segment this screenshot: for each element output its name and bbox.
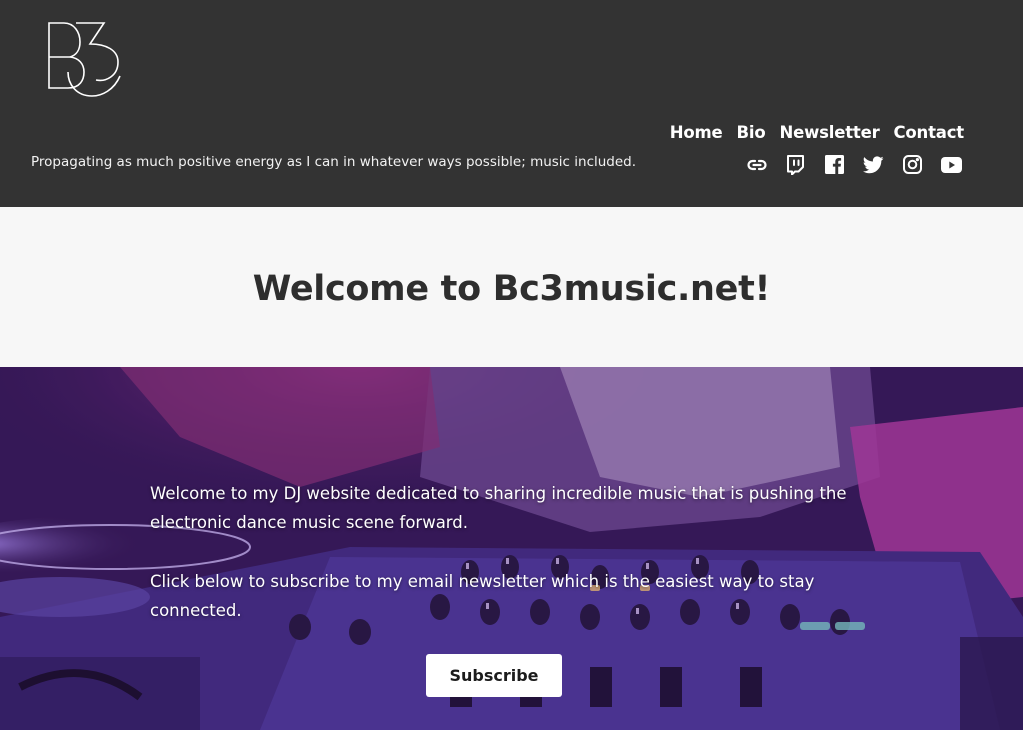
site-header: Propagating as much positive energy as I…: [0, 0, 1023, 207]
bc3-logo[interactable]: [46, 20, 126, 100]
social-links: [746, 154, 962, 175]
hero-paragraph-subscribe: Click below to subscribe to my email new…: [150, 572, 815, 620]
hero-paragraph-intro: Welcome to my DJ website dedicated to sh…: [150, 484, 847, 532]
link-icon[interactable]: [746, 154, 767, 175]
subscribe-button[interactable]: Subscribe: [426, 654, 562, 697]
site-tagline: Propagating as much positive energy as I…: [31, 154, 637, 170]
youtube-icon[interactable]: [941, 154, 962, 175]
nav-contact[interactable]: Contact: [894, 123, 965, 142]
facebook-icon[interactable]: [824, 154, 845, 175]
nav-bio[interactable]: Bio: [737, 123, 766, 142]
hero-text: Welcome to my DJ website dedicated to sh…: [150, 479, 860, 625]
twitter-icon[interactable]: [863, 154, 884, 175]
nav-newsletter[interactable]: Newsletter: [780, 123, 880, 142]
welcome-section: Welcome to Bc3music.net!: [0, 207, 1023, 367]
welcome-title: Welcome to Bc3music.net!: [252, 269, 771, 309]
main-nav: Home Bio Newsletter Contact: [670, 123, 964, 142]
nav-home[interactable]: Home: [670, 123, 723, 142]
twitch-icon[interactable]: [785, 154, 806, 175]
hero-section: Welcome to my DJ website dedicated to sh…: [0, 367, 1023, 730]
instagram-icon[interactable]: [902, 154, 923, 175]
